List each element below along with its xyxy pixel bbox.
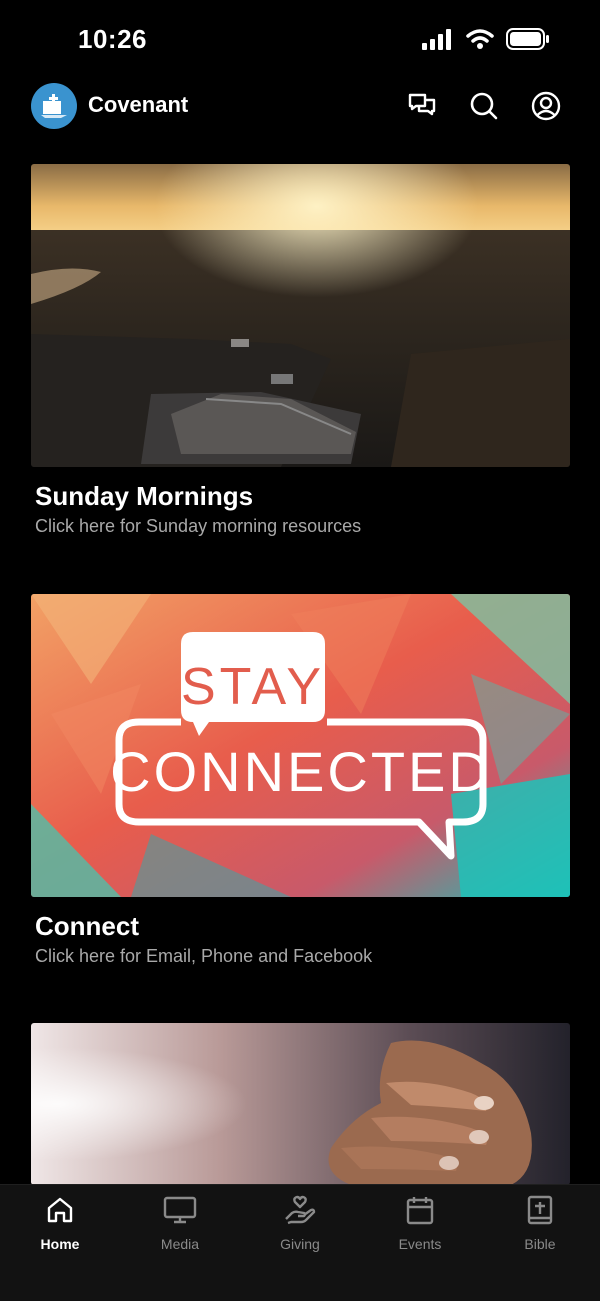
tab-media[interactable]: Media: [120, 1185, 240, 1301]
tab-home[interactable]: Home: [0, 1185, 120, 1301]
card-title: Sunday Mornings: [35, 481, 254, 511]
bottom-tab-bar: Home Media Giving Events Bible: [0, 1184, 600, 1301]
giving-hand-heart-icon: [283, 1195, 317, 1230]
tab-label: Bible: [524, 1236, 556, 1252]
card-title: Connect: [35, 911, 139, 941]
search-icon[interactable]: [468, 90, 500, 122]
card-sunday-mornings[interactable]: Sunday Mornings Click here for Sunday mo…: [31, 164, 570, 537]
chat-icon[interactable]: [406, 90, 438, 122]
app-title: Covenant: [88, 92, 189, 117]
profile-icon[interactable]: [530, 90, 562, 122]
app-header: Covenant: [0, 80, 600, 136]
home-icon: [45, 1195, 75, 1230]
praying-hands-photo[interactable]: [31, 1023, 570, 1185]
tab-label: Events: [398, 1236, 442, 1252]
status-bar: 10:26: [0, 0, 600, 80]
tab-giving[interactable]: Giving: [240, 1185, 360, 1301]
cellular-signal-icon: [422, 28, 454, 55]
tab-events[interactable]: Events: [360, 1185, 480, 1301]
calendar-icon: [405, 1195, 435, 1230]
stay-connected-graphic[interactable]: STAY CONNECTED: [31, 594, 570, 897]
graphic-text-connected: CONNECTED: [110, 740, 492, 803]
battery-icon: [506, 28, 550, 55]
bible-icon: [525, 1195, 555, 1230]
card-connect[interactable]: STAY CONNECTED Connect Click here for Em…: [31, 594, 570, 967]
tab-bible[interactable]: Bible: [480, 1185, 600, 1301]
tab-label: Media: [160, 1236, 200, 1252]
status-icons: [422, 28, 550, 55]
card-subtitle: Click here for Sunday morning resources: [35, 516, 362, 536]
tab-label: Home: [40, 1236, 80, 1252]
card-prayer[interactable]: [31, 1023, 570, 1185]
wifi-icon: [466, 28, 494, 55]
header-actions: [406, 90, 562, 122]
aerial-sunset-church-photo[interactable]: [31, 164, 570, 467]
tab-label: Giving: [280, 1236, 320, 1252]
card-subtitle: Click here for Email, Phone and Facebook: [35, 946, 373, 966]
church-logo-icon[interactable]: [31, 83, 77, 129]
status-time: 10:26: [78, 24, 147, 54]
graphic-text-stay: STAY: [181, 658, 325, 716]
monitor-icon: [163, 1195, 197, 1230]
